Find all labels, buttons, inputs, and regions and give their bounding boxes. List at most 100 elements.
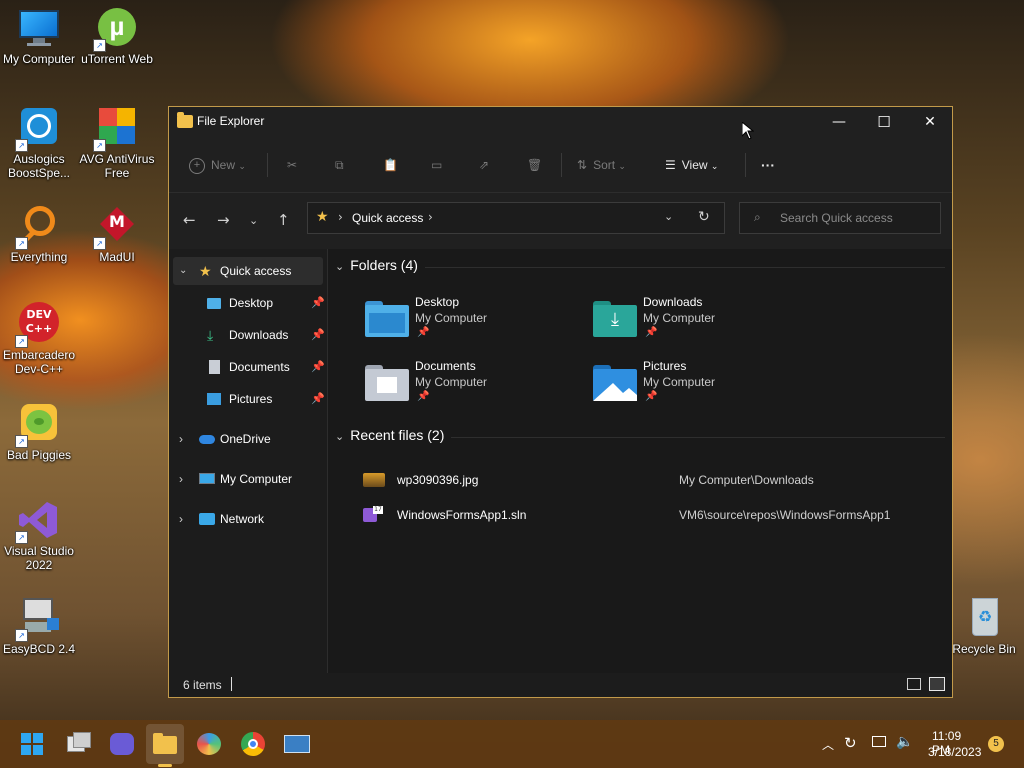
breadcrumb-separator-icon: ›	[428, 210, 433, 224]
desktop-icon-label: Auslogics BoostSpe...	[7, 152, 71, 180]
sidebar-item-label: My Computer	[220, 472, 293, 486]
desktop-icon-label: Visual Studio 2022	[4, 544, 74, 572]
sidebar-item-network[interactable]: › Network	[179, 505, 323, 533]
folders-section-header[interactable]: ⌄ Folders (4)	[335, 257, 418, 273]
pictures-folder-icon	[593, 365, 637, 401]
address-dropdown-icon[interactable]: ⌄	[664, 210, 673, 223]
sidebar-item-label: Network	[220, 512, 265, 526]
search-icon: ⌕	[754, 210, 761, 224]
desktop-icon-devcpp[interactable]: DEV C++ ↗ Embarcadero Dev-C++	[1, 302, 77, 376]
desktop-icon-avg[interactable]: ↗ AVG AntiVirus Free	[79, 106, 155, 180]
view-button[interactable]: ☰ View ⌄	[665, 151, 718, 179]
cloud-icon	[199, 435, 215, 444]
desktop-icon-bad-piggies[interactable]: ↗ Bad Piggies	[1, 402, 77, 462]
sidebar-item-pictures[interactable]: Pictures 📌	[207, 385, 325, 413]
folder-location: My Computer	[415, 375, 488, 389]
recent-file-path: My Computer\Downloads	[679, 473, 814, 487]
folder-tile-pictures[interactable]: Pictures My Computer 📌	[593, 359, 813, 415]
pin-icon: 📌	[311, 393, 325, 405]
chevron-down-icon: ⌄	[618, 161, 626, 171]
pig-icon: ↗	[15, 402, 61, 448]
refresh-icon[interactable]: ↻	[698, 209, 710, 225]
pin-icon: 📌	[311, 329, 325, 341]
recent-files-section-header[interactable]: ⌄ Recent files (2)	[335, 427, 444, 443]
folder-icon	[177, 112, 193, 128]
avg-shield-icon: ↗	[93, 106, 139, 152]
show-hidden-icons-chevron-icon[interactable]: ︿	[822, 736, 834, 753]
address-bar[interactable]: ★ › Quick access › ⌄ ↻	[307, 202, 725, 234]
sidebar-item-my-computer[interactable]: › My Computer	[179, 465, 323, 493]
file-explorer-window: File Explorer — ☐ ✕ + New ⌄ ✂ ⧉ 📋 ▭ ⇗ 🗑 ⇅…	[168, 106, 953, 698]
utorrent-icon: µ ↗	[93, 6, 139, 52]
sidebar-item-label: Documents	[229, 360, 290, 374]
delete-icon[interactable]: 🗑	[527, 151, 542, 179]
paste-icon[interactable]: 📋	[383, 151, 398, 179]
back-arrow-icon[interactable]: ←	[183, 211, 196, 229]
close-button[interactable]: ✕	[907, 107, 953, 137]
pin-icon: 📌	[417, 391, 430, 402]
photos-icon	[284, 735, 310, 753]
title-bar[interactable]: File Explorer — ☐ ✕	[169, 107, 952, 137]
sidebar-item-downloads[interactable]: ⤓ Downloads 📌	[207, 321, 325, 349]
clock-date[interactable]: 3/18/2023	[928, 745, 981, 759]
share-icon[interactable]: ⇗	[479, 151, 489, 179]
sidebar-item-label: Downloads	[229, 328, 289, 342]
notification-badge[interactable]: 5	[988, 736, 1004, 752]
sidebar-item-onedrive[interactable]: › OneDrive	[179, 425, 323, 453]
desktop-icon-label: uTorrent Web	[81, 52, 153, 66]
sidebar-item-label: Quick access	[220, 264, 292, 278]
desktop-icon-label: Bad Piggies	[6, 448, 72, 462]
tiles-view-icon[interactable]	[929, 677, 945, 691]
maximize-button[interactable]: ☐	[861, 107, 907, 137]
breadcrumb-quick-access[interactable]: Quick access	[352, 211, 423, 225]
active-indicator	[158, 764, 172, 767]
pin-icon: 📌	[311, 361, 325, 373]
search-input[interactable]: ⌕ Search Quick access	[739, 202, 941, 234]
volume-icon[interactable]: 🔈	[896, 733, 913, 750]
start-button[interactable]	[18, 730, 46, 758]
desktop-icon-utorrent[interactable]: µ ↗ uTorrent Web	[79, 6, 155, 66]
sidebar-item-documents[interactable]: Documents 📌	[207, 353, 325, 381]
photos-taskbar-button[interactable]	[283, 730, 311, 758]
window-title: File Explorer	[197, 114, 265, 128]
rename-icon[interactable]: ▭	[431, 151, 442, 179]
visual-studio-solution-icon: 17	[363, 506, 383, 524]
recent-file-row[interactable]: 17 WindowsFormsApp1.sln VM6\source\repos…	[329, 500, 949, 530]
update-icon[interactable]: ↻	[844, 734, 857, 752]
new-button[interactable]: + New ⌄	[189, 151, 246, 179]
sidebar-item-quick-access[interactable]: ⌄ ★ Quick access	[179, 257, 319, 285]
sort-button[interactable]: ⇅ Sort ⌄	[577, 151, 626, 179]
desktop-icon	[207, 298, 221, 309]
forward-arrow-icon[interactable]: →	[217, 211, 230, 229]
copy-icon[interactable]: ⧉	[335, 151, 344, 179]
minimize-button[interactable]: —	[816, 107, 862, 137]
task-view-button[interactable]	[64, 730, 92, 758]
folder-tile-documents[interactable]: Documents My Computer 📌	[365, 359, 585, 415]
desktop-icon-auslogics[interactable]: ↗ Auslogics BoostSpe...	[1, 106, 77, 180]
folder-tile-desktop[interactable]: Desktop My Computer 📌	[365, 295, 585, 351]
cut-icon[interactable]: ✂	[287, 151, 297, 179]
paint-taskbar-button[interactable]	[195, 730, 223, 758]
file-explorer-taskbar-button[interactable]	[151, 730, 179, 758]
recent-file-row[interactable]: wp3090396.jpg My Computer\Downloads	[329, 465, 949, 495]
easybcd-icon: ↗	[15, 596, 61, 642]
desktop-icon-label: Everything	[10, 250, 68, 264]
chrome-taskbar-button[interactable]	[239, 730, 267, 758]
desktop-icon-visual-studio[interactable]: ↗ Visual Studio 2022	[1, 498, 77, 572]
downloads-folder-icon: ⤓	[593, 301, 637, 337]
network-status-icon[interactable]	[872, 736, 886, 747]
sidebar-item-desktop[interactable]: Desktop 📌	[207, 289, 325, 317]
desktop-icon-madui[interactable]: M ↗ MadUI	[79, 204, 155, 264]
chat-button[interactable]	[108, 730, 136, 758]
desktop-icon-easybcd[interactable]: ↗ EasyBCD 2.4	[1, 596, 77, 656]
desktop-icon-recycle-bin[interactable]: ♻ Recycle Bin	[946, 596, 1022, 656]
desktop-icon-everything[interactable]: ↗ Everything	[1, 204, 77, 264]
details-view-icon[interactable]	[907, 678, 921, 690]
desktop-icon-my-computer[interactable]: My Computer	[1, 6, 77, 66]
more-options-button[interactable]: ···	[761, 151, 775, 179]
recent-files-section-title: Recent files (2)	[350, 427, 445, 443]
recent-file-path: VM6\source\repos\WindowsFormsApp1	[679, 508, 891, 522]
recent-locations-chevron-icon[interactable]: ⌄	[249, 214, 258, 227]
folder-tile-downloads[interactable]: ⤓ Downloads My Computer 📌	[593, 295, 813, 351]
up-arrow-icon[interactable]: ↑	[277, 211, 290, 229]
